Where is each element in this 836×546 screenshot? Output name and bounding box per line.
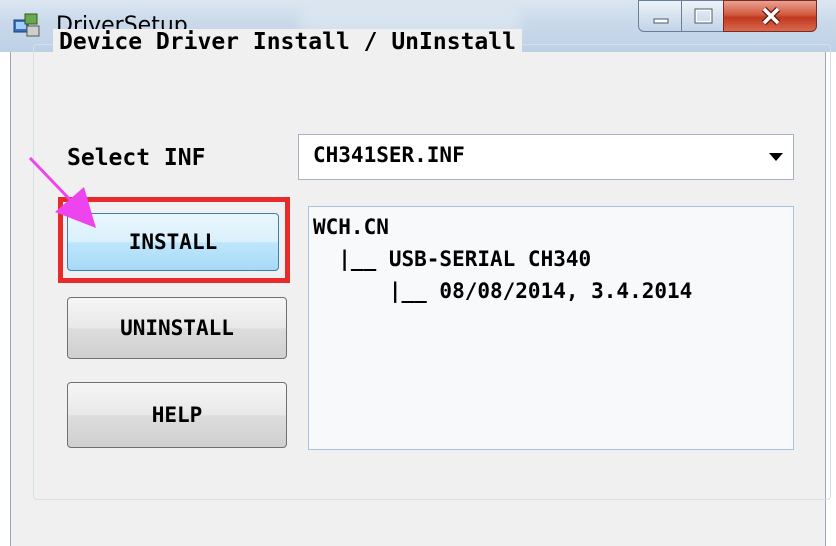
maximize-button[interactable] [681, 0, 724, 32]
minimize-button[interactable] [638, 0, 682, 32]
info-line-device: |__ USB-SERIAL CH340 [313, 247, 592, 271]
close-button[interactable] [723, 0, 817, 32]
driver-info-box: WCH.CN |__ USB-SERIAL CH340 |__ 08/08/20… [308, 206, 794, 450]
inf-select[interactable]: CH341SER.INF [298, 134, 794, 180]
minimize-icon [653, 18, 669, 24]
uninstall-button[interactable]: UNINSTALL [67, 297, 287, 359]
info-line-vendor: WCH.CN [313, 215, 389, 239]
help-button[interactable]: HELP [67, 382, 287, 448]
info-line-version: |__ 08/08/2014, 3.4.2014 [313, 279, 693, 303]
pointer-arrow-icon [28, 156, 96, 228]
close-icon [761, 6, 781, 26]
inf-select-value: CH341SER.INF [313, 143, 465, 167]
chevron-down-icon[interactable] [769, 153, 783, 161]
maximize-icon [694, 8, 713, 24]
groupbox-legend: Device Driver Install / UnInstall [53, 29, 522, 55]
